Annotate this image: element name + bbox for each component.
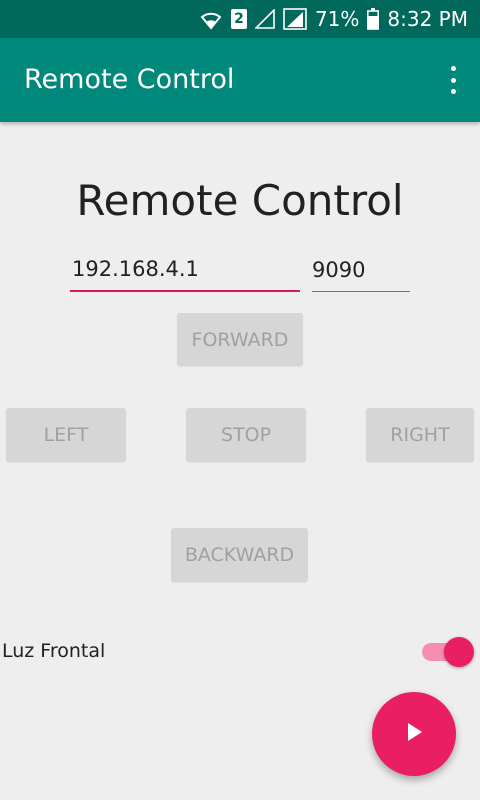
app-toolbar: Remote Control	[0, 38, 480, 122]
ip-address-field[interactable]	[70, 254, 300, 292]
menu-dot	[450, 66, 456, 71]
front-light-label: Luz Frontal	[2, 640, 106, 662]
backward-button[interactable]: BACKWARD	[171, 528, 308, 582]
port-field[interactable]	[312, 254, 410, 292]
wifi-icon	[199, 8, 223, 30]
play-button[interactable]	[372, 692, 456, 776]
switch-thumb	[444, 637, 474, 667]
signal-icon	[283, 8, 307, 30]
overflow-menu-icon[interactable]	[448, 66, 458, 94]
front-light-switch[interactable]	[420, 635, 476, 667]
toolbar-title: Remote Control	[24, 64, 235, 95]
clock: 8:32 PM	[387, 7, 468, 31]
battery-percentage: 71%	[314, 7, 360, 31]
signal-icon	[254, 9, 275, 29]
menu-dot	[450, 77, 456, 83]
stop-button[interactable]: STOP	[186, 408, 306, 462]
forward-button[interactable]: FORWARD	[177, 313, 303, 366]
sim-icon: 2	[230, 9, 247, 29]
page-title: Remote Control	[76, 176, 404, 225]
menu-dot	[450, 89, 456, 94]
status-icons: 2 71% 8:32 PM	[199, 0, 468, 38]
battery-icon	[367, 8, 380, 30]
left-button[interactable]: LEFT	[6, 408, 126, 462]
play-icon	[403, 721, 425, 747]
right-button[interactable]: RIGHT	[366, 408, 474, 462]
status-bar: 2 71% 8:32 PM	[0, 0, 480, 38]
